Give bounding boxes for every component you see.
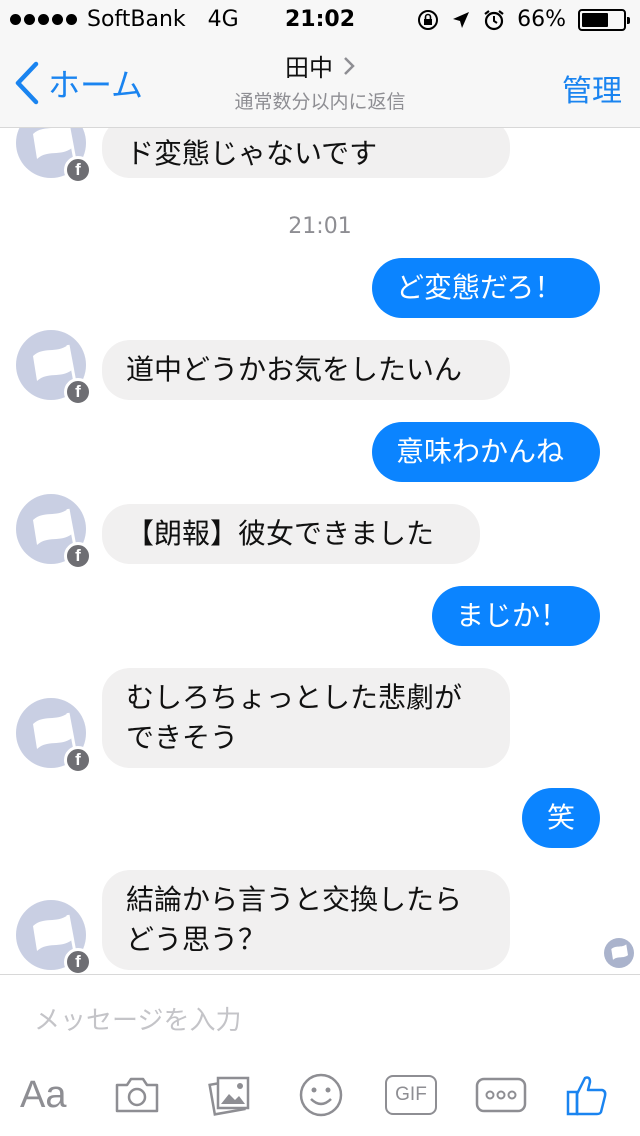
composer: Aa GIF	[0, 974, 640, 1136]
facebook-badge-icon: f	[64, 378, 92, 406]
contact-avatar[interactable]: f	[16, 128, 92, 184]
message-line: できそう	[126, 721, 239, 754]
contact-avatar[interactable]: f	[16, 698, 92, 774]
status-bar: SoftBank 4G 21:02 66%	[0, 0, 640, 40]
contact-avatar[interactable]: f	[16, 494, 92, 570]
rotation-lock-icon	[418, 9, 439, 30]
reply-time-subtitle: 通常数分以内に返信	[234, 91, 406, 113]
like-button[interactable]	[562, 1067, 612, 1123]
incoming-message[interactable]: 道中どうかお気をしたいん	[102, 340, 510, 400]
composer-toolbar: Aa GIF	[0, 1067, 640, 1123]
camera-button[interactable]	[112, 1067, 162, 1123]
facebook-badge-icon: f	[64, 156, 92, 184]
message-line: むしろちょっとした悲劇が	[126, 681, 463, 714]
incoming-message[interactable]: 【朗報】彼女できました	[102, 504, 480, 564]
incoming-message[interactable]: ド変態じゃないです	[102, 128, 510, 178]
seen-indicator-avatar	[604, 938, 634, 968]
contact-name: 田中	[285, 54, 333, 82]
gif-button[interactable]: GIF	[384, 1067, 438, 1123]
battery-percent: 66%	[517, 7, 566, 32]
message-list[interactable]: f ド変態じゃないです 21:01 ど変態だろ！ f 道中どうかお気をしたいん …	[0, 128, 640, 974]
incoming-message[interactable]: 結論から言うと交換したら どう思う？	[102, 870, 510, 970]
incoming-message[interactable]: むしろちょっとした悲劇が できそう	[102, 668, 510, 768]
camera-icon	[115, 1077, 159, 1113]
message-timestamp: 21:01	[288, 214, 352, 239]
more-options-button[interactable]	[474, 1067, 528, 1123]
conversation-header[interactable]: 田中 通常数分以内に返信	[0, 48, 640, 114]
message-input[interactable]	[34, 1001, 614, 1041]
chevron-right-icon	[344, 56, 355, 75]
nav-bar: ホーム 田中 通常数分以内に返信 管理	[0, 40, 640, 128]
contact-avatar[interactable]: f	[16, 900, 92, 974]
outgoing-message[interactable]: 笑	[522, 788, 600, 848]
facebook-badge-icon: f	[64, 948, 92, 974]
photo-icon	[208, 1076, 250, 1116]
battery-icon	[578, 8, 630, 31]
facebook-badge-icon: f	[64, 746, 92, 774]
photo-gallery-button[interactable]	[204, 1067, 254, 1123]
outgoing-message[interactable]: まじか！	[432, 586, 600, 646]
outgoing-message[interactable]: 意味わかんね	[372, 422, 600, 482]
contact-avatar[interactable]: f	[16, 330, 92, 406]
smiley-icon	[299, 1073, 343, 1117]
sticker-button[interactable]	[296, 1067, 346, 1123]
manage-button[interactable]: 管理	[562, 66, 622, 110]
location-arrow-icon	[453, 11, 470, 28]
alarm-icon	[484, 9, 504, 30]
message-line: どう思う？	[126, 923, 267, 956]
text-format-button[interactable]: Aa	[20, 1067, 66, 1123]
message-line: 結論から言うと交換したら	[126, 883, 463, 916]
gif-icon: GIF	[385, 1075, 437, 1115]
facebook-badge-icon: f	[64, 542, 92, 570]
outgoing-message[interactable]: ど変態だろ！	[372, 258, 600, 318]
more-dots-icon	[475, 1077, 527, 1113]
gif-label: GIF	[395, 1084, 427, 1105]
thumbs-up-icon	[566, 1076, 607, 1116]
